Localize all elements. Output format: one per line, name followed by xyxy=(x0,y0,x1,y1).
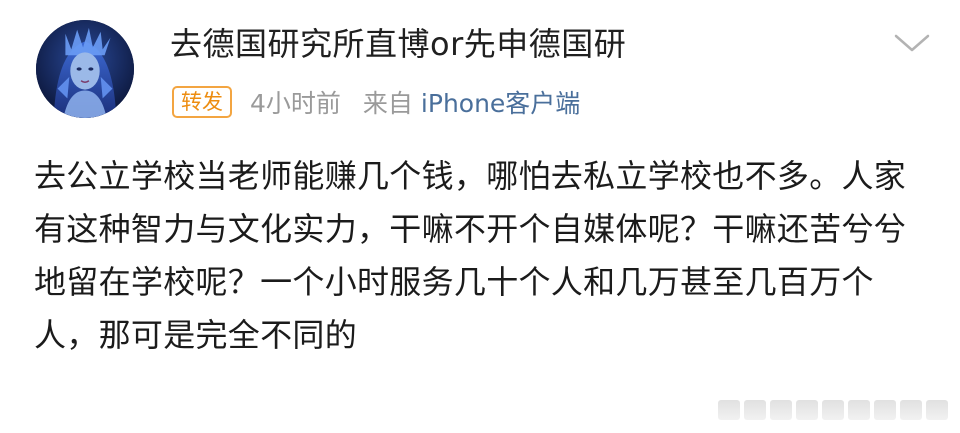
weibo-post: 去德国研究所直博or先申德国研 转发 4小时前 来自 iPhone客户端 去公立… xyxy=(0,0,960,433)
post-time: 4小时前 xyxy=(250,89,341,118)
chevron-down-icon[interactable] xyxy=(890,28,934,58)
post-meta: 转发 4小时前 来自 iPhone客户端 xyxy=(172,84,580,120)
username[interactable]: 去德国研究所直博or先申德国研 xyxy=(170,24,626,64)
source-prefix: 来自 xyxy=(362,89,413,118)
post-content: 去公立学校当老师能赚几个钱，哪怕去私立学校也不多。人家有这种智力与文化实力，干嘛… xyxy=(34,157,907,354)
source-link[interactable]: iPhone客户端 xyxy=(421,84,580,120)
repost-badge: 转发 xyxy=(172,86,232,118)
watermark xyxy=(718,397,948,423)
avatar[interactable] xyxy=(36,20,134,118)
avatar-image xyxy=(36,20,134,118)
